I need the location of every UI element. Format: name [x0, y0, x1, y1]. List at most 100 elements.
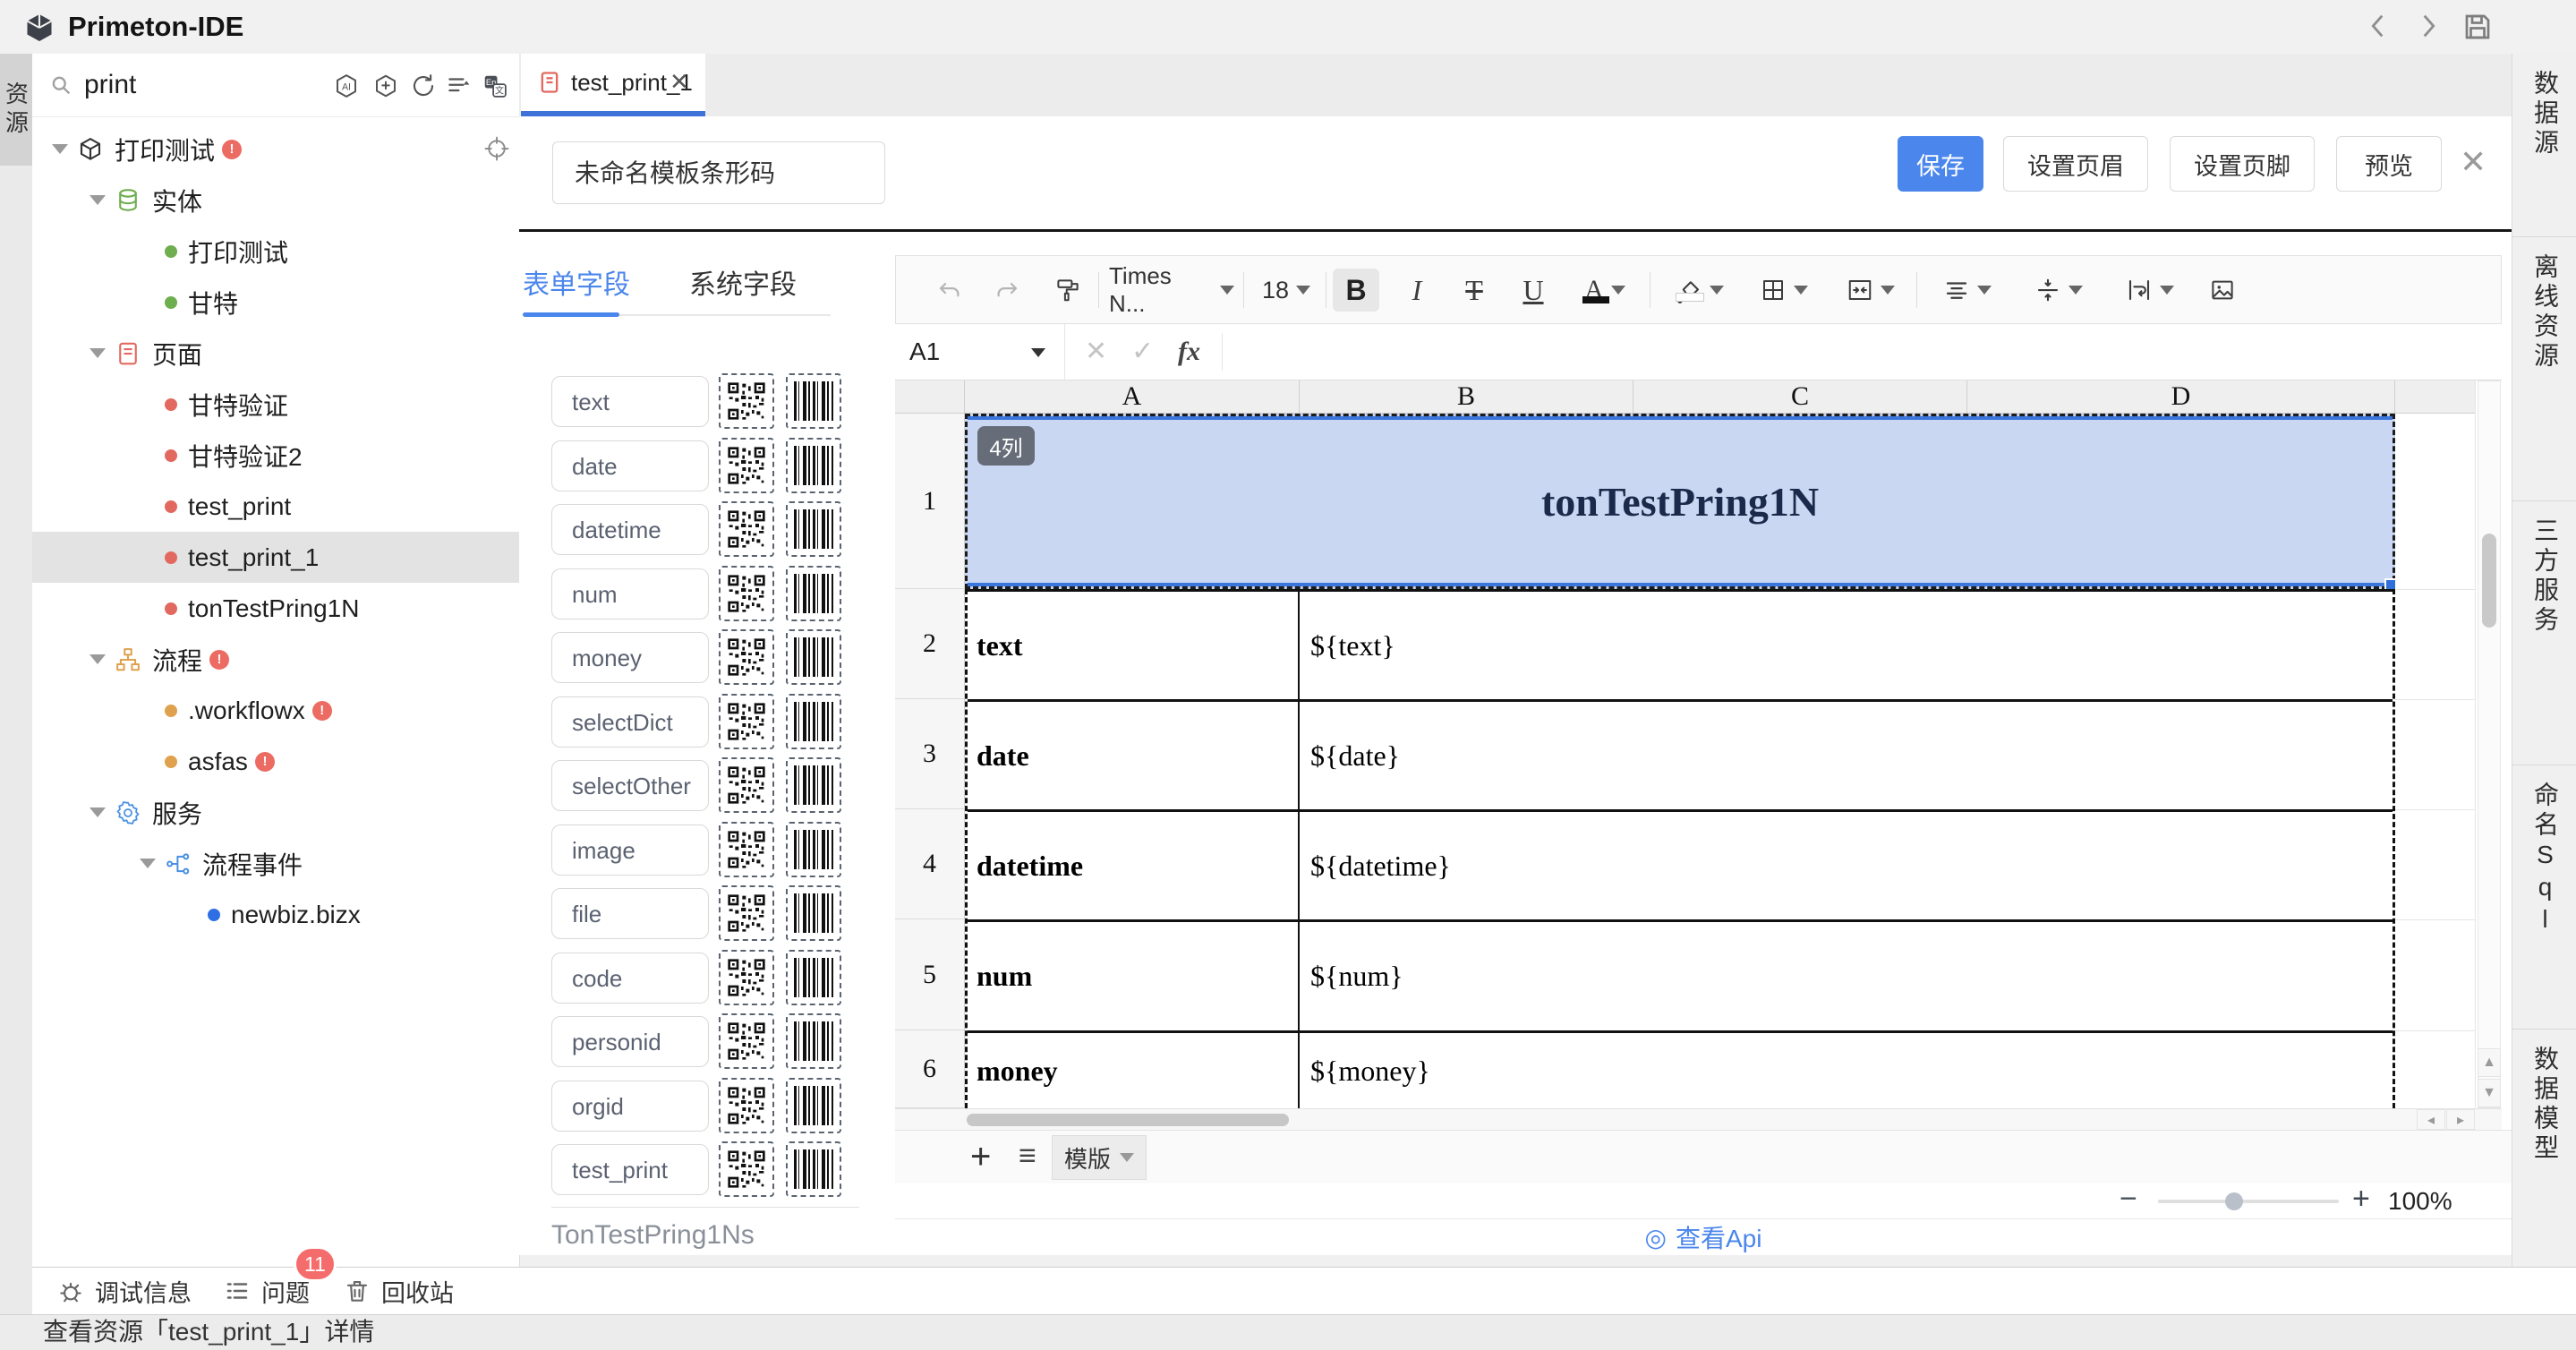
vertical-align-select[interactable]: [2018, 269, 2099, 312]
rail-tab-三方服务[interactable]: 三方服务: [2512, 501, 2576, 765]
qr-code-button-selectOther[interactable]: [719, 757, 774, 813]
qr-code-button-num[interactable]: [719, 566, 774, 621]
field-pill-code[interactable]: code: [551, 953, 709, 1004]
expand-caret-icon[interactable]: [90, 807, 106, 817]
nav-forward-icon[interactable]: [2413, 11, 2445, 43]
tree-item-test-print-1[interactable]: test_print_1: [32, 532, 519, 583]
underline-button[interactable]: U: [1512, 269, 1555, 312]
barcode-button-datetime[interactable]: [786, 501, 841, 557]
tab-close-icon[interactable]: ✕: [670, 68, 689, 96]
set-page-footer-button[interactable]: 设置页脚: [2170, 136, 2315, 192]
qr-code-button-date[interactable]: [719, 438, 774, 493]
tree-item-流程事件[interactable]: 流程事件: [32, 838, 519, 889]
tree-item-tontestpring1n[interactable]: tonTestPring1N: [32, 583, 519, 634]
font-family-select[interactable]: Times N...: [1109, 269, 1234, 312]
field-pill-date[interactable]: date: [551, 440, 709, 491]
barcode-button-image[interactable]: [786, 822, 841, 877]
tree-item-甘特[interactable]: 甘特: [32, 277, 519, 328]
column-header-C[interactable]: C: [1633, 380, 1967, 414]
expand-caret-icon[interactable]: [140, 859, 156, 868]
qr-code-button-selectDict[interactable]: [719, 694, 774, 749]
formula-fx-icon[interactable]: fx: [1178, 324, 1200, 380]
zoom-out-icon[interactable]: −: [2120, 1182, 2137, 1217]
qr-code-button-text[interactable]: [719, 373, 774, 429]
cell-label-text[interactable]: text: [968, 592, 1300, 699]
tree-item-newbiz-bizx[interactable]: newbiz.bizx: [32, 889, 519, 940]
redo-icon[interactable]: [985, 269, 1028, 312]
field-pill-personid[interactable]: personid: [551, 1016, 709, 1067]
scroll-up-icon[interactable]: ▲: [2478, 1048, 2501, 1077]
cell-name-box[interactable]: A1: [895, 324, 1065, 380]
barcode-button-selectOther[interactable]: [786, 757, 841, 813]
cell-value-money[interactable]: ${money}: [1300, 1033, 2393, 1108]
rail-tab-数据模型[interactable]: 数据模型: [2512, 1030, 2576, 1294]
tree-item-打印测试[interactable]: 打印测试!: [32, 124, 519, 175]
barcode-button-money[interactable]: [786, 629, 841, 685]
barcode-button-orgid[interactable]: [786, 1078, 841, 1133]
qr-code-button-datetime[interactable]: [719, 501, 774, 557]
tree-item-甘特验证[interactable]: 甘特验证: [32, 379, 519, 430]
save-file-icon[interactable]: [2461, 11, 2494, 43]
cell-value-num[interactable]: ${num}: [1300, 922, 2393, 1030]
refresh-icon[interactable]: [410, 73, 435, 98]
row-header-2[interactable]: 2: [895, 589, 965, 699]
zoom-slider-handle[interactable]: [2225, 1192, 2243, 1210]
barcode-button-selectDict[interactable]: [786, 694, 841, 749]
row-header-6[interactable]: 6: [895, 1030, 965, 1108]
tab-test-print-1[interactable]: test_print_1 ✕: [521, 54, 705, 115]
fill-color-select[interactable]: [1662, 269, 1737, 312]
bottom-item-trash[interactable]: 回收站: [344, 1268, 454, 1314]
locate-crosshair-icon[interactable]: [483, 135, 510, 162]
italic-button[interactable]: I: [1395, 269, 1438, 312]
qr-code-button-orgid[interactable]: [719, 1078, 774, 1133]
bold-button[interactable]: B: [1333, 269, 1379, 312]
field-pill-test_print[interactable]: test_print: [551, 1144, 709, 1195]
set-page-header-button[interactable]: 设置页眉: [2003, 136, 2148, 192]
field-pill-money[interactable]: money: [551, 632, 709, 683]
cell-label-num[interactable]: num: [968, 922, 1300, 1030]
qr-code-button-money[interactable]: [719, 629, 774, 685]
row-header-1[interactable]: 1: [895, 414, 965, 589]
tree-item-test-print[interactable]: test_print: [32, 481, 519, 532]
field-pill-selectOther[interactable]: selectOther: [551, 760, 709, 811]
vertical-scrollbar-thumb[interactable]: [2482, 534, 2496, 628]
borders-select[interactable]: [1746, 269, 1821, 312]
nav-back-icon[interactable]: [2363, 11, 2395, 43]
translate-icon[interactable]: En文: [482, 73, 507, 98]
barcode-button-date[interactable]: [786, 438, 841, 493]
cell-label-datetime[interactable]: datetime: [968, 812, 1300, 919]
qr-code-button-personid[interactable]: [719, 1013, 774, 1069]
rail-tab-命名Sql[interactable]: 命名Sql: [2512, 765, 2576, 1030]
field-pill-orgid[interactable]: orgid: [551, 1081, 709, 1132]
sort-list-icon[interactable]: [446, 73, 471, 98]
scroll-down-icon[interactable]: ▼: [2478, 1079, 2501, 1107]
new-resource-icon[interactable]: [372, 73, 397, 98]
add-sheet-icon[interactable]: +: [970, 1131, 991, 1183]
field-pill-file[interactable]: file: [551, 888, 709, 939]
vertical-scrollbar[interactable]: ▲ ▼: [2478, 380, 2501, 1108]
strikethrough-button[interactable]: T: [1453, 269, 1496, 312]
field-pill-num[interactable]: num: [551, 568, 709, 619]
barcode-button-personid[interactable]: [786, 1013, 841, 1069]
tree-item-实体[interactable]: 实体: [32, 175, 519, 226]
field-pill-image[interactable]: image: [551, 825, 709, 876]
column-header-D[interactable]: D: [1967, 380, 2395, 414]
bottom-item-bug[interactable]: 调试信息: [57, 1268, 192, 1314]
expand-caret-icon[interactable]: [90, 195, 106, 205]
save-button[interactable]: 保存: [1898, 136, 1983, 192]
row-header-4[interactable]: 4: [895, 809, 965, 919]
barcode-button-text[interactable]: [786, 373, 841, 429]
rail-tab-离线资源[interactable]: 离线资源: [2512, 237, 2576, 501]
search-input[interactable]: print: [84, 54, 136, 116]
preview-button[interactable]: 预览: [2336, 136, 2442, 192]
qr-code-button-file[interactable]: [719, 885, 774, 941]
grid-corner[interactable]: [895, 380, 965, 414]
horizontal-scrollbar[interactable]: ◂ ▸: [895, 1108, 2502, 1130]
cell-label-date[interactable]: date: [968, 702, 1300, 809]
zoom-in-icon[interactable]: +: [2352, 1182, 2370, 1217]
cell-value-text[interactable]: ${text}: [1300, 592, 2393, 699]
format-painter-icon[interactable]: [1046, 269, 1089, 312]
qr-code-button-code[interactable]: [719, 950, 774, 1005]
column-header-partial[interactable]: [2395, 380, 2475, 414]
cell-label-money[interactable]: money: [968, 1033, 1300, 1108]
